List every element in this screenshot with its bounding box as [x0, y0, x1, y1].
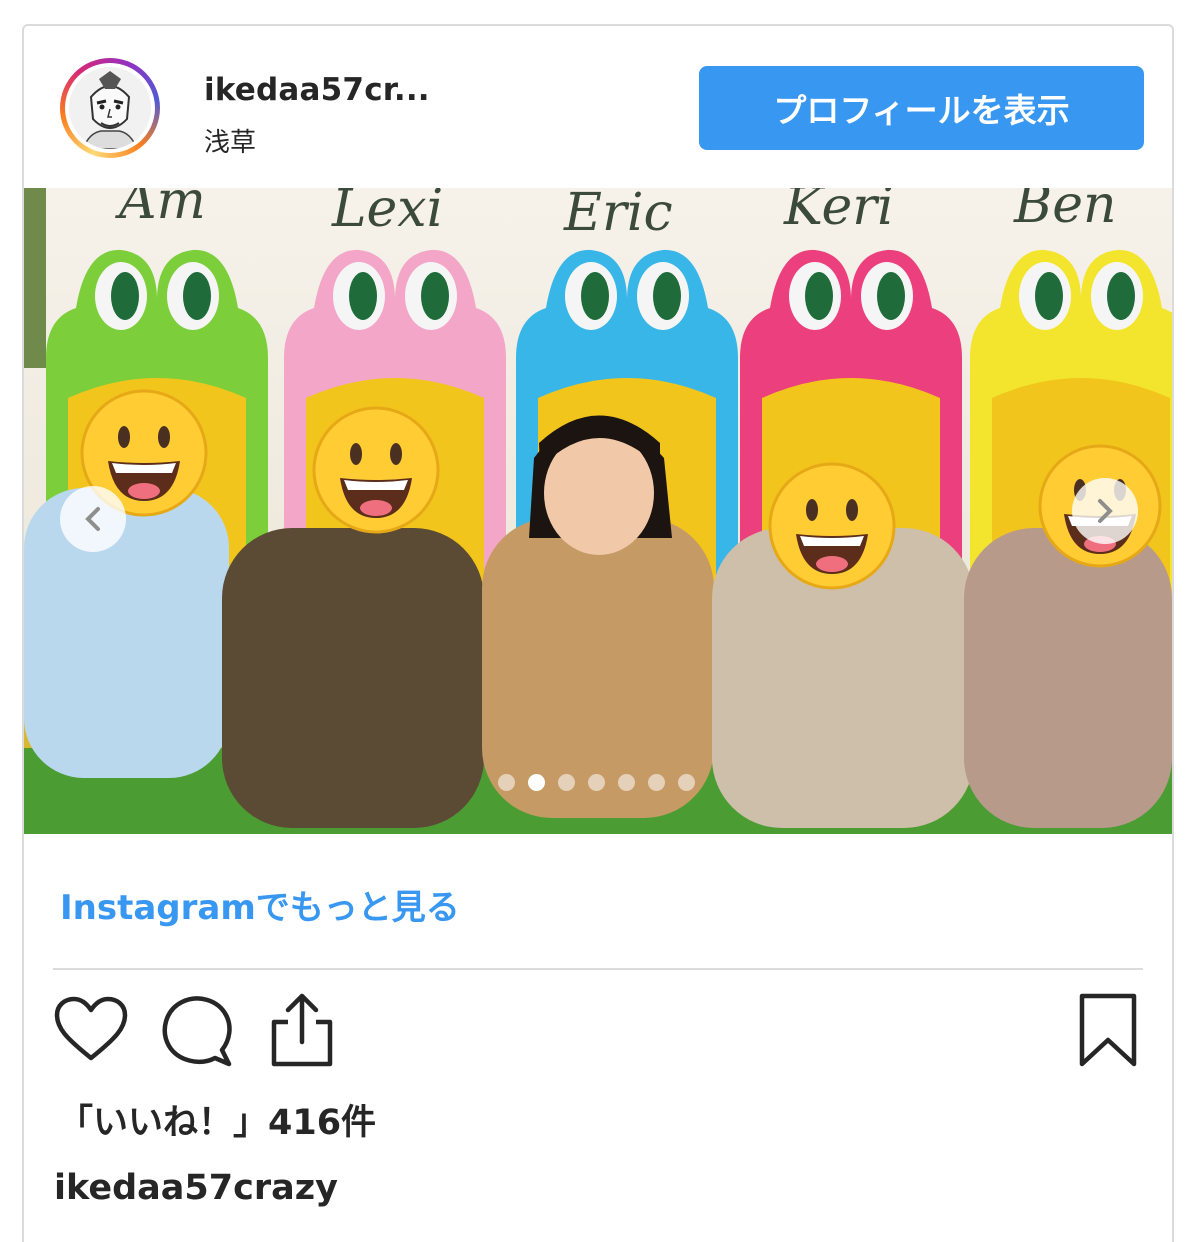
carousel-dot [528, 774, 545, 791]
carousel-indicator [498, 774, 695, 791]
view-profile-button[interactable]: プロフィールを表示 [699, 66, 1144, 150]
save-button[interactable] [1078, 992, 1138, 1072]
post-header: ikedaa57cr... 浅草 プロフィールを表示 [24, 26, 1172, 188]
sign-name: Keri [783, 188, 894, 237]
share-icon [268, 993, 336, 1072]
bookmark-icon [1078, 993, 1138, 1072]
post-photo[interactable]: Am Lexi Eric Keri Ben [24, 188, 1172, 834]
comment-icon [158, 996, 234, 1072]
like-count[interactable]: 「いいね！」416件 [58, 1094, 376, 1145]
emoji-face [312, 406, 440, 534]
emoji-face [768, 462, 896, 590]
carousel-dot [678, 774, 695, 791]
instagram-embed-card: ikedaa57cr... 浅草 プロフィールを表示 Am Lexi Eric … [22, 24, 1174, 1242]
sign-name: Ben [1013, 188, 1116, 235]
carousel-dot [588, 774, 605, 791]
share-button[interactable] [268, 992, 336, 1072]
location[interactable]: 浅草 [204, 122, 256, 159]
avatar-image [69, 67, 151, 149]
like-button[interactable] [54, 996, 128, 1066]
chevron-left-icon [83, 506, 103, 532]
sign-name: Eric [563, 188, 673, 243]
post-owner-username[interactable]: ikedaa57crazy [54, 1168, 338, 1208]
next-photo-button[interactable] [1072, 478, 1138, 544]
carousel-dot [618, 774, 635, 791]
svg-text:Am: Am [115, 188, 206, 231]
carousel-dot [648, 774, 665, 791]
divider [53, 968, 1143, 970]
avatar[interactable] [60, 58, 160, 158]
carousel-dot [498, 774, 515, 791]
view-more-on-instagram-link[interactable]: Instagramでもっと見る [60, 880, 460, 929]
heart-icon [54, 996, 128, 1066]
carousel-dot [558, 774, 575, 791]
chevron-right-icon [1095, 498, 1115, 524]
sign-name: Lexi [331, 188, 443, 239]
comment-button[interactable] [158, 994, 234, 1072]
username[interactable]: ikedaa57cr... [204, 72, 430, 108]
previous-photo-button[interactable] [60, 486, 126, 552]
